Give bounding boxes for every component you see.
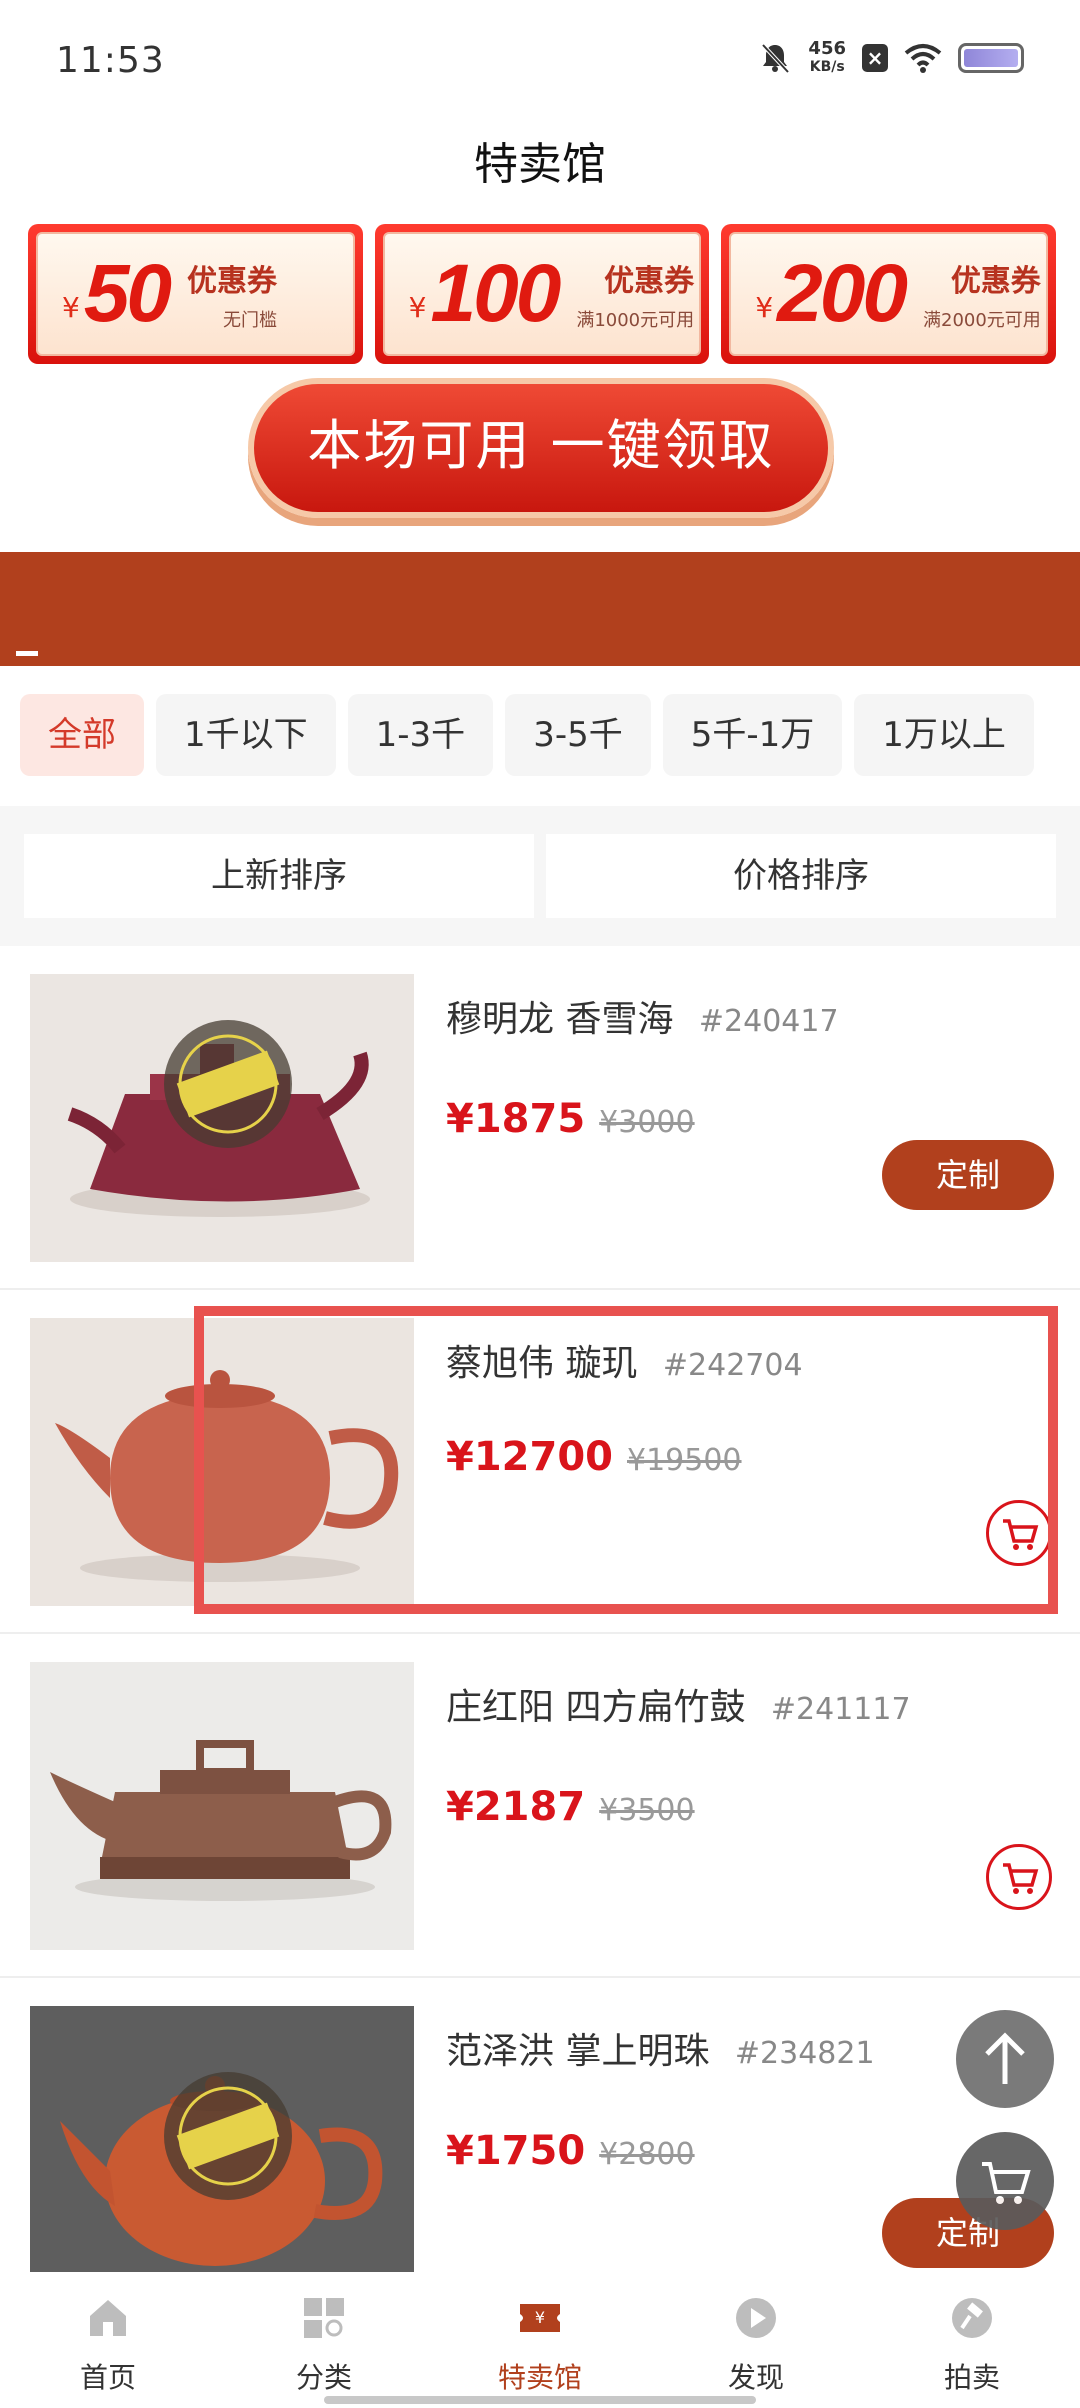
- tab-label: 发现: [727, 2361, 784, 2394]
- coupon-condition: 满1000元可用: [576, 310, 695, 331]
- highlight-frame: [194, 1306, 1058, 1614]
- tab-label: 拍卖: [943, 2361, 1000, 2394]
- coupon-yen: ¥: [755, 290, 774, 324]
- tab-category[interactable]: 分类: [216, 2272, 432, 2408]
- status-icons: 456 KB/s ×: [758, 40, 1024, 76]
- product-name: 穆明龙 香雪海: [446, 999, 674, 1040]
- coupon-label: 优惠券: [950, 264, 1041, 299]
- coupon-100[interactable]: ¥ 100 优惠券 满1000元可用: [374, 224, 710, 364]
- network-speed: 456 KB/s: [808, 40, 846, 76]
- product-code: #234821: [734, 2036, 875, 2071]
- product-code: #240417: [698, 1004, 839, 1039]
- status-time: 11:53: [56, 40, 165, 81]
- product-image: [30, 1662, 414, 1950]
- tab-sale-hall[interactable]: ¥ 特卖馆: [432, 2272, 648, 2408]
- cart-icon: [982, 2162, 1031, 2204]
- filter-chip-3k-5k[interactable]: 3-5千: [505, 694, 651, 776]
- filter-chip-under-1k[interactable]: 1千以下: [156, 694, 336, 776]
- coupon-amount: 50: [83, 248, 172, 339]
- product-price: ¥1750 ¥2800: [446, 2128, 695, 2174]
- coupon-amount: 200: [777, 248, 908, 339]
- coupon-yen: ¥: [408, 290, 427, 324]
- product-title: 庄红阳 四方扁竹鼓 #241117: [446, 1678, 911, 1730]
- coupon-row: ¥ 50 优惠券 无门槛 ¥ 100 优惠券 满1000元可用 ¥ 200 优惠…: [28, 224, 1057, 364]
- wifi-icon: [904, 44, 942, 73]
- banner-strip: [0, 552, 1080, 666]
- current-price: ¥1750: [446, 2128, 586, 2174]
- status-bar: 11:53 456 KB/s ×: [0, 0, 1080, 120]
- customize-button[interactable]: 定制: [882, 1140, 1054, 1210]
- product-title: 穆明龙 香雪海 #240417: [446, 990, 839, 1042]
- floating-cart-button[interactable]: [956, 2132, 1054, 2230]
- battery-icon: [958, 43, 1024, 73]
- original-price: ¥2800: [599, 2137, 695, 2172]
- sort-by-new-button[interactable]: 上新排序: [24, 834, 534, 918]
- product-price: ¥2187 ¥3500: [446, 1784, 695, 1830]
- bottom-tab-bar: 首页 分类 ¥ 特卖馆 发现 拍卖: [0, 2272, 1080, 2408]
- product-name: 庄红阳 四方扁竹鼓: [446, 1687, 746, 1728]
- price-filter-row: 全部 1千以下 1-3千 3-5千 5千-1万 1万以上: [20, 694, 1034, 776]
- tab-home[interactable]: 首页: [0, 2272, 216, 2408]
- speed-unit: KB/s: [809, 59, 845, 75]
- filter-chip-1k-3k[interactable]: 1-3千: [347, 694, 494, 776]
- tab-label: 特卖馆: [497, 2361, 582, 2394]
- banner-indicator: [16, 651, 38, 656]
- product-title: 范泽洪 掌上明珠 #234821: [446, 2022, 875, 2074]
- product-code: #241117: [770, 1692, 911, 1727]
- product-item[interactable]: 范泽洪 掌上明珠 #234821 ¥1750 ¥2800 定制: [0, 1978, 1080, 2322]
- current-price: ¥1875: [446, 1096, 586, 1142]
- original-price: ¥3000: [599, 1105, 695, 1140]
- product-image: [30, 2006, 414, 2300]
- product-name: 范泽洪 掌上明珠: [446, 2031, 710, 2072]
- product-item[interactable]: 穆明龙 香雪海 #240417 ¥1875 ¥3000 定制: [0, 946, 1080, 1290]
- mute-bell-icon: [761, 43, 790, 74]
- tab-label: 首页: [79, 2361, 136, 2394]
- filter-chip-all[interactable]: 全部: [20, 694, 144, 776]
- sort-by-price-button[interactable]: 价格排序: [546, 834, 1056, 918]
- category-icon: [304, 2298, 344, 2338]
- coupon-50[interactable]: ¥ 50 优惠券 无门槛: [28, 224, 363, 364]
- add-to-cart-button[interactable]: [986, 1844, 1052, 1910]
- coupon-label: 优惠券: [187, 264, 278, 299]
- svg-text:¥: ¥: [535, 2308, 545, 2327]
- arrow-up-icon: [985, 2032, 1025, 2084]
- scroll-to-top-button[interactable]: [956, 2010, 1054, 2108]
- home-icon: [90, 2300, 126, 2336]
- coupon-condition: 满2000元可用: [923, 310, 1041, 331]
- x-notification-icon: ×: [862, 44, 888, 72]
- product-item[interactable]: 庄红阳 四方扁竹鼓 #241117 ¥2187 ¥3500: [0, 1634, 1080, 1978]
- filter-chip-5k-10k[interactable]: 5千-1万: [662, 694, 843, 776]
- play-icon: [736, 2298, 776, 2338]
- sold-out-stamp-icon: [164, 1020, 292, 1148]
- filter-chip-over-10k[interactable]: 1万以上: [854, 694, 1034, 776]
- coupon-label: 优惠券: [604, 264, 695, 299]
- original-price: ¥3500: [599, 1793, 695, 1828]
- product-price: ¥1875 ¥3000: [446, 1096, 695, 1142]
- home-indicator: [324, 2396, 756, 2404]
- tab-auction[interactable]: 拍卖: [864, 2272, 1080, 2408]
- sold-out-stamp-icon: [164, 2072, 292, 2200]
- page-title: 特卖馆: [474, 139, 606, 190]
- coupon-200[interactable]: ¥ 200 优惠券 满2000元可用: [721, 224, 1057, 364]
- claim-all-coupons-button[interactable]: 本场可用 一键领取: [248, 378, 834, 518]
- product-image: [30, 974, 414, 1262]
- cart-icon: [1003, 1863, 1039, 1894]
- sort-bar: 上新排序 价格排序: [0, 806, 1080, 946]
- tab-discover[interactable]: 发现: [648, 2272, 864, 2408]
- current-price: ¥2187: [446, 1784, 586, 1830]
- coupon-yen: ¥: [62, 290, 80, 324]
- tab-label: 分类: [295, 2361, 352, 2394]
- speed-value: 456: [808, 38, 846, 59]
- auction-icon: [952, 2298, 992, 2338]
- coupon-condition: 无门槛: [223, 310, 278, 331]
- sale-icon: ¥: [520, 2304, 560, 2332]
- coupon-amount: 100: [430, 248, 562, 339]
